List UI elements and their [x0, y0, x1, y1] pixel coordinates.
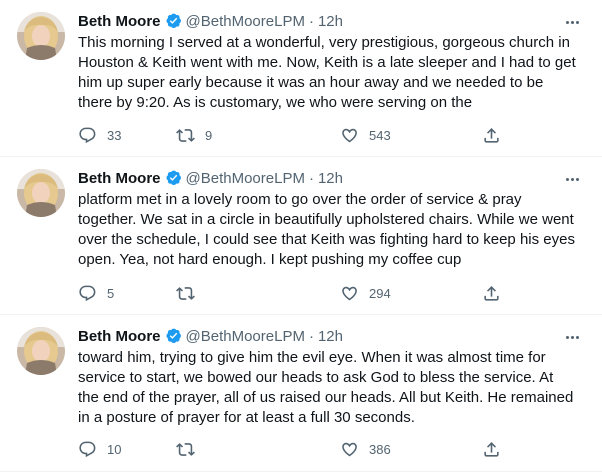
retweet-button[interactable] — [176, 282, 205, 304]
reply-icon — [79, 441, 96, 457]
author-handle[interactable]: @BethMooreLPM — [186, 13, 305, 30]
share-icon — [484, 127, 499, 143]
retweet-icon — [176, 286, 195, 300]
tweet-header: Beth Moore @BethMooreLPM · 12h — [78, 327, 588, 347]
avatar[interactable] — [17, 12, 65, 60]
like-count: 543 — [369, 127, 391, 143]
reply-button[interactable]: 33 — [78, 124, 121, 146]
retweet-button[interactable]: 9 — [176, 124, 212, 146]
tweet-header: Beth Moore @BethMooreLPM · 12h — [78, 12, 588, 32]
tweet-header: Beth Moore @BethMooreLPM · 12h — [78, 169, 588, 189]
separator: · — [308, 328, 314, 345]
verified-badge-icon — [165, 327, 182, 350]
reply-button[interactable]: 10 — [78, 438, 121, 460]
separator: · — [308, 170, 314, 187]
tweet-actions: 10 386 — [78, 438, 508, 460]
tweet-text: toward him, trying to give him the evil … — [78, 349, 574, 426]
like-count: 294 — [369, 285, 391, 301]
avatar[interactable] — [17, 327, 65, 375]
share-button[interactable] — [482, 438, 501, 460]
tweet[interactable]: Beth Moore @BethMooreLPM · 12h This morning… — [0, 0, 602, 157]
reply-button[interactable]: 5 — [78, 282, 114, 304]
like-icon — [342, 128, 357, 142]
share-button[interactable] — [482, 124, 501, 146]
retweet-icon — [176, 128, 195, 142]
timestamp[interactable]: 12h — [318, 328, 343, 345]
tweet-thread: Beth Moore @BethMooreLPM · 12h This morning… — [0, 0, 602, 472]
retweet-count: 9 — [205, 127, 213, 143]
tweet-actions: 33 9 543 — [78, 124, 508, 146]
verified-badge-icon — [165, 12, 182, 35]
reply-count: 33 — [107, 127, 122, 143]
more-options-icon[interactable] — [562, 171, 582, 187]
like-count: 386 — [369, 441, 391, 457]
reply-count: 5 — [107, 285, 115, 301]
timestamp[interactable]: 12h — [318, 13, 343, 30]
tweet[interactable]: Beth Moore @BethMooreLPM · 12h platform met… — [0, 157, 602, 315]
share-icon — [484, 441, 499, 457]
author-name[interactable]: Beth Moore — [78, 328, 161, 345]
tweet-text: This morning I served at a wonderful, ve… — [78, 34, 576, 111]
separator: · — [308, 13, 314, 30]
like-icon — [342, 286, 357, 300]
avatar[interactable] — [17, 169, 65, 217]
like-button[interactable]: 294 — [340, 282, 391, 304]
tweet[interactable]: Beth Moore @BethMooreLPM · 12h toward him, … — [0, 315, 602, 472]
more-options-icon[interactable] — [562, 14, 582, 30]
share-icon — [484, 285, 499, 301]
tweet-actions: 5 294 — [78, 282, 508, 304]
retweet-icon — [176, 442, 195, 456]
author-name[interactable]: Beth Moore — [78, 13, 161, 30]
author-handle[interactable]: @BethMooreLPM — [186, 328, 305, 345]
more-options-icon[interactable] — [562, 329, 582, 345]
tweet-text: platform met in a lovely room to go over… — [78, 191, 575, 268]
like-button[interactable]: 543 — [340, 124, 391, 146]
timestamp[interactable]: 12h — [318, 170, 343, 187]
verified-badge-icon — [165, 169, 182, 192]
reply-icon — [79, 285, 96, 301]
share-button[interactable] — [482, 282, 501, 304]
author-handle[interactable]: @BethMooreLPM — [186, 170, 305, 187]
author-name[interactable]: Beth Moore — [78, 170, 161, 187]
retweet-button[interactable] — [176, 438, 205, 460]
like-button[interactable]: 386 — [340, 438, 391, 460]
like-icon — [342, 442, 357, 456]
reply-count: 10 — [107, 441, 122, 457]
reply-icon — [79, 127, 96, 143]
